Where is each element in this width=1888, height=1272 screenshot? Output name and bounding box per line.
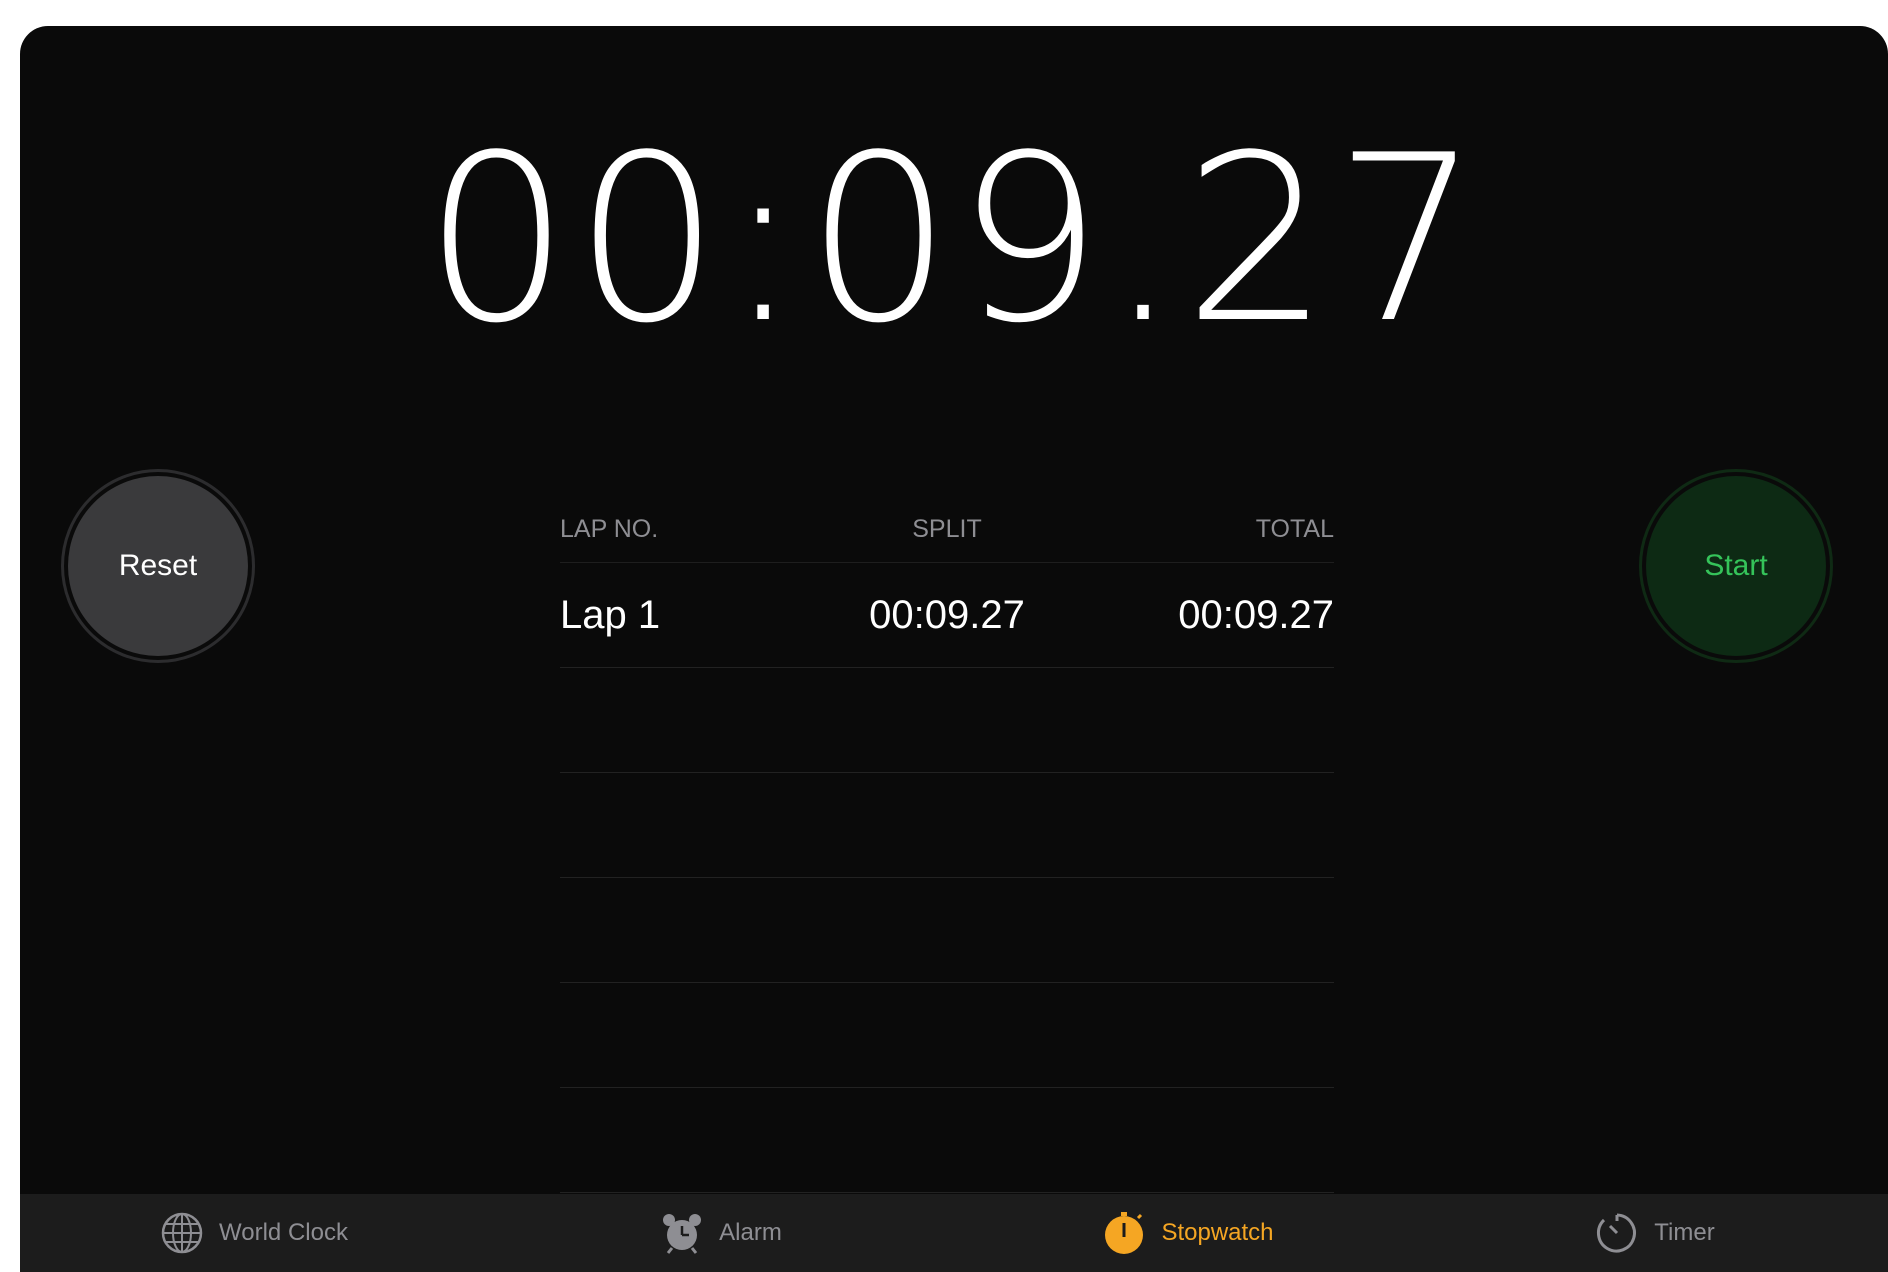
laps-table: LAP NO. SPLIT TOTAL Lap 1 00:09.27 00:09… (560, 496, 1334, 1193)
empty-lap-row (560, 1088, 1334, 1193)
empty-lap-row (560, 668, 1334, 773)
tab-world-clock-label: World Clock (219, 1219, 348, 1246)
reset-button[interactable]: Reset (61, 469, 255, 663)
start-button[interactable]: Start (1639, 469, 1833, 663)
alarm-clock-icon (659, 1210, 705, 1256)
empty-lap-row (560, 983, 1334, 1088)
lap-number: Lap 1 (560, 592, 661, 637)
empty-lap-row (560, 773, 1334, 878)
tab-timer-label: Timer (1654, 1219, 1715, 1246)
start-button-label: Start (1704, 549, 1768, 582)
tab-world-clock[interactable]: World Clock (20, 1194, 487, 1272)
tab-stopwatch[interactable]: Stopwatch (954, 1194, 1421, 1272)
split-column-header: SPLIT (912, 514, 982, 543)
total-column-header: TOTAL (1255, 514, 1334, 543)
lap-split-time: 00:09.27 (869, 592, 1025, 637)
lap-number-column-header: LAP NO. (560, 514, 659, 543)
tab-timer[interactable]: Timer (1421, 1194, 1888, 1272)
tab-alarm-label: Alarm (719, 1219, 782, 1246)
timer-icon (1594, 1210, 1640, 1256)
reset-button-label: Reset (118, 549, 198, 582)
stopwatch-icon (1101, 1210, 1147, 1256)
tab-bar: World Clock Alarm Stopwatch Timer (20, 1194, 1888, 1272)
stopwatch-screen: 00:09.27 Reset Start LAP NO. SPLIT TOTAL… (20, 26, 1888, 1272)
tab-stopwatch-label: Stopwatch (1161, 1219, 1274, 1246)
lap-total-time: 00:09.27 (1178, 592, 1334, 637)
globe-icon (159, 1210, 205, 1256)
lap-row: Lap 1 00:09.27 00:09.27 (560, 563, 1334, 668)
tab-alarm[interactable]: Alarm (487, 1194, 954, 1272)
empty-lap-row (560, 878, 1334, 983)
laps-table-header: LAP NO. SPLIT TOTAL (560, 496, 1334, 563)
elapsed-time-display: 00:09.27 (423, 107, 1485, 374)
